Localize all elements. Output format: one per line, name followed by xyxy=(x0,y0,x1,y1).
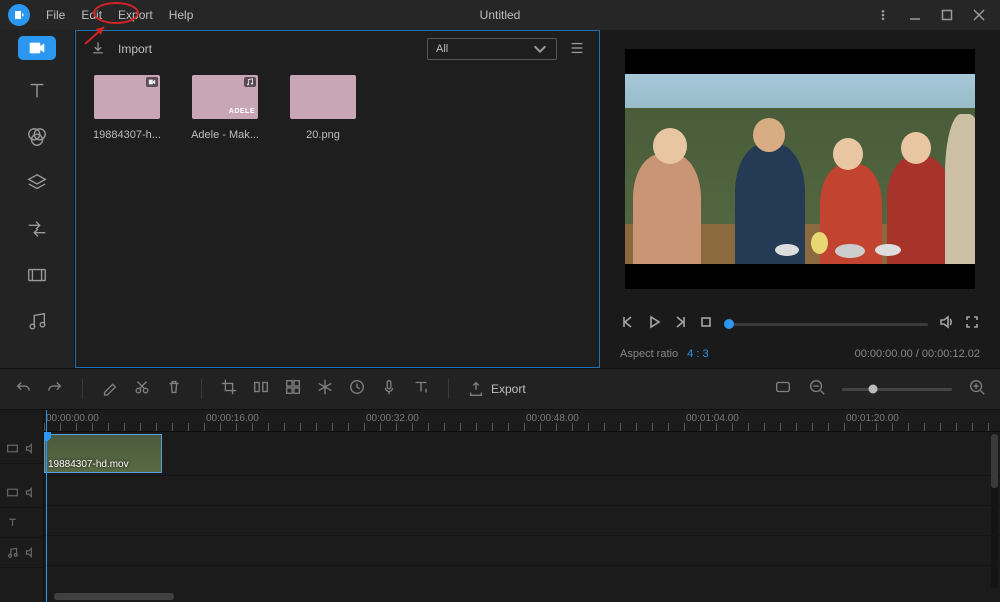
text-track[interactable] xyxy=(44,506,1000,536)
text-to-speech-button[interactable] xyxy=(412,378,430,401)
edit-button[interactable] xyxy=(101,378,119,401)
menu-export[interactable]: Export xyxy=(110,8,161,22)
zoom-in-button[interactable] xyxy=(968,378,986,401)
media-item[interactable]: 19884307-h... xyxy=(90,75,164,141)
voiceover-button[interactable] xyxy=(380,378,398,401)
maximize-button[interactable] xyxy=(938,9,956,21)
volume-button[interactable] xyxy=(938,314,954,335)
elements-tool[interactable] xyxy=(22,254,52,296)
timeline-export-button[interactable]: Export xyxy=(467,380,526,398)
timeline: 00:00:00.00 00:00:16.00 00:00:32.00 00:0… xyxy=(0,410,1000,602)
delete-button[interactable] xyxy=(165,378,183,401)
fullscreen-button[interactable] xyxy=(964,314,980,335)
video-badge-icon xyxy=(146,77,158,87)
cut-button[interactable] xyxy=(133,378,151,401)
duration-button[interactable] xyxy=(348,378,366,401)
media-thumbnail xyxy=(192,75,258,119)
zoom-out-button[interactable] xyxy=(808,378,826,401)
document-title: Untitled xyxy=(480,8,521,22)
overlays-tool[interactable] xyxy=(22,162,52,204)
filter-dropdown[interactable]: All xyxy=(427,38,557,60)
mosaic-button[interactable] xyxy=(284,378,302,401)
zoom-fit-button[interactable] xyxy=(774,378,792,401)
menu-file[interactable]: File xyxy=(38,8,73,22)
media-tab[interactable] xyxy=(18,36,56,60)
freeze-button[interactable] xyxy=(316,378,334,401)
import-icon[interactable] xyxy=(90,40,106,59)
vertical-scrollbar[interactable] xyxy=(991,434,998,588)
list-view-button[interactable] xyxy=(569,40,585,59)
track-header-overlay[interactable] xyxy=(0,478,43,508)
video-track[interactable]: 19884307-hd.mov xyxy=(44,432,1000,476)
music-tool[interactable] xyxy=(22,300,52,342)
overlay-track[interactable] xyxy=(44,476,1000,506)
media-thumbnail xyxy=(290,75,356,119)
media-library-panel: Import All 19884307-h... Adele - Mak... xyxy=(75,30,600,368)
menu-edit[interactable]: Edit xyxy=(73,8,110,22)
redo-button[interactable] xyxy=(46,378,64,401)
preview-panel: Aspect ratio 4 : 3 00:00:00.00 / 00:00:1… xyxy=(600,30,1000,368)
play-button[interactable] xyxy=(646,314,662,335)
menu-help[interactable]: Help xyxy=(161,8,202,22)
preview-time: 00:00:00.00 / 00:00:12.02 xyxy=(855,348,980,360)
aspect-ratio-label: Aspect ratio xyxy=(620,348,678,360)
horizontal-scrollbar[interactable] xyxy=(54,593,986,600)
media-thumbnail xyxy=(94,75,160,119)
chevron-down-icon xyxy=(532,41,548,57)
prev-frame-button[interactable] xyxy=(620,314,636,335)
aspect-ratio-value[interactable]: 4 : 3 xyxy=(687,348,708,360)
track-header-video[interactable] xyxy=(0,434,43,464)
titlebar: File Edit Export Help Untitled xyxy=(0,0,1000,30)
audio-track[interactable] xyxy=(44,536,1000,566)
filters-tool[interactable] xyxy=(22,116,52,158)
ruler-mark: 00:00:16.00 xyxy=(206,413,259,424)
import-button[interactable]: Import xyxy=(118,42,152,56)
undo-button[interactable] xyxy=(14,378,32,401)
crop-button[interactable] xyxy=(220,378,238,401)
kebab-icon[interactable] xyxy=(874,9,892,21)
minimize-button[interactable] xyxy=(906,9,924,21)
preview-canvas xyxy=(625,49,975,289)
media-item[interactable]: Adele - Mak... xyxy=(188,75,262,141)
split-button[interactable] xyxy=(252,378,270,401)
clip-label: 19884307-hd.mov xyxy=(48,459,129,470)
sidebar xyxy=(0,30,75,368)
media-label: Adele - Mak... xyxy=(188,129,262,141)
ruler-mark: 00:00:48.00 xyxy=(526,413,579,424)
seek-slider[interactable] xyxy=(724,323,928,326)
stop-button[interactable] xyxy=(698,314,714,335)
video-frame xyxy=(625,74,975,264)
track-header-text[interactable] xyxy=(0,508,43,538)
app-logo xyxy=(8,4,30,26)
track-header-audio[interactable] xyxy=(0,538,43,568)
text-tool[interactable] xyxy=(22,70,52,112)
ruler-mark: 00:00:32.00 xyxy=(366,413,419,424)
playhead[interactable] xyxy=(46,410,47,602)
zoom-slider[interactable] xyxy=(842,388,952,391)
timeline-ruler[interactable]: 00:00:00.00 00:00:16.00 00:00:32.00 00:0… xyxy=(44,410,1000,432)
timeline-clip[interactable]: 19884307-hd.mov xyxy=(44,434,162,473)
audio-badge-icon xyxy=(244,77,256,87)
media-item[interactable]: 20.png xyxy=(286,75,360,141)
ruler-mark: 00:01:04.00 xyxy=(686,413,739,424)
media-label: 19884307-h... xyxy=(90,129,164,141)
ruler-mark: 00:00:00.00 xyxy=(46,413,99,424)
track-header-column xyxy=(0,410,44,602)
next-frame-button[interactable] xyxy=(672,314,688,335)
transitions-tool[interactable] xyxy=(22,208,52,250)
close-button[interactable] xyxy=(970,9,988,21)
ruler-mark: 00:01:20.00 xyxy=(846,413,899,424)
media-label: 20.png xyxy=(286,129,360,141)
timeline-toolbar: Export xyxy=(0,368,1000,410)
filter-selected: All xyxy=(436,43,448,55)
